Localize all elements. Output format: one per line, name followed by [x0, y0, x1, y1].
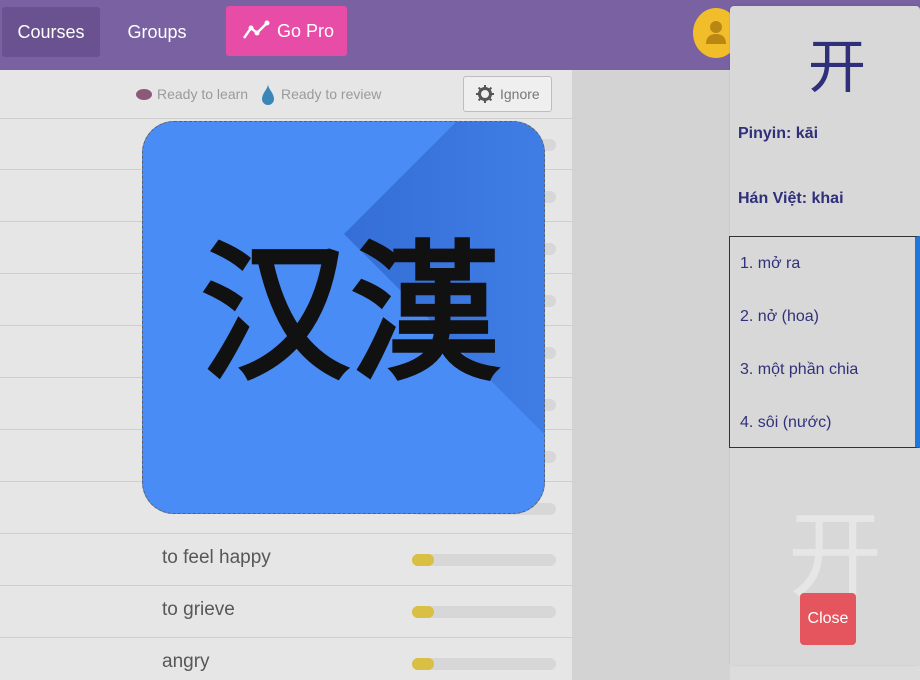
meaning-item: 4. sôi (nước) — [740, 414, 832, 431]
ignore-button[interactable]: Ignore — [463, 76, 552, 112]
progress-track — [412, 658, 556, 670]
character-heading: 开 — [808, 33, 867, 101]
word-item-label[interactable]: to grieve — [162, 599, 235, 621]
meanings-list: 1. mở ra 2. nở (hoa) 3. một phần chia 4.… — [729, 236, 920, 448]
list-divider — [0, 118, 572, 119]
progress-fill — [412, 554, 434, 566]
word-item-label[interactable]: angry — [162, 651, 210, 673]
list-divider — [0, 637, 572, 638]
word-item-label[interactable]: to feel happy — [162, 547, 271, 569]
han-viet-text: Hán Việt: khai — [738, 190, 844, 207]
progress-fill — [412, 658, 434, 670]
gear-icon — [476, 85, 494, 103]
progress-track — [412, 606, 556, 618]
ready-to-learn-label: Ready to learn — [157, 86, 249, 102]
app-logo: 汉漢 — [142, 121, 545, 514]
go-pro-button[interactable]: Go Pro — [226, 6, 347, 56]
courses-tab[interactable]: Courses — [2, 7, 100, 57]
list-divider — [0, 585, 572, 586]
logo-text: 汉漢 — [199, 230, 500, 398]
go-pro-label: Go Pro — [277, 21, 335, 41]
progress-fill — [412, 606, 434, 618]
user-icon — [706, 21, 726, 44]
groups-tab[interactable]: Groups — [112, 7, 202, 57]
progress-track — [412, 554, 556, 566]
pinyin-text: Pinyin: kāi — [738, 125, 819, 142]
meaning-item: 3. một phần chia — [740, 361, 859, 378]
list-divider — [0, 533, 572, 534]
list-scroll-background — [572, 70, 730, 680]
meaning-item: 2. nở (hoa) — [740, 308, 819, 325]
ready-to-review-label: Ready to review — [281, 86, 382, 102]
water-drop-icon — [262, 84, 274, 105]
chart-icon — [243, 20, 270, 39]
close-button[interactable]: Close — [800, 593, 856, 645]
meaning-item: 1. mở ra — [740, 255, 801, 272]
ignore-label: Ignore — [500, 86, 540, 102]
ready-to-learn-icon — [136, 89, 152, 100]
